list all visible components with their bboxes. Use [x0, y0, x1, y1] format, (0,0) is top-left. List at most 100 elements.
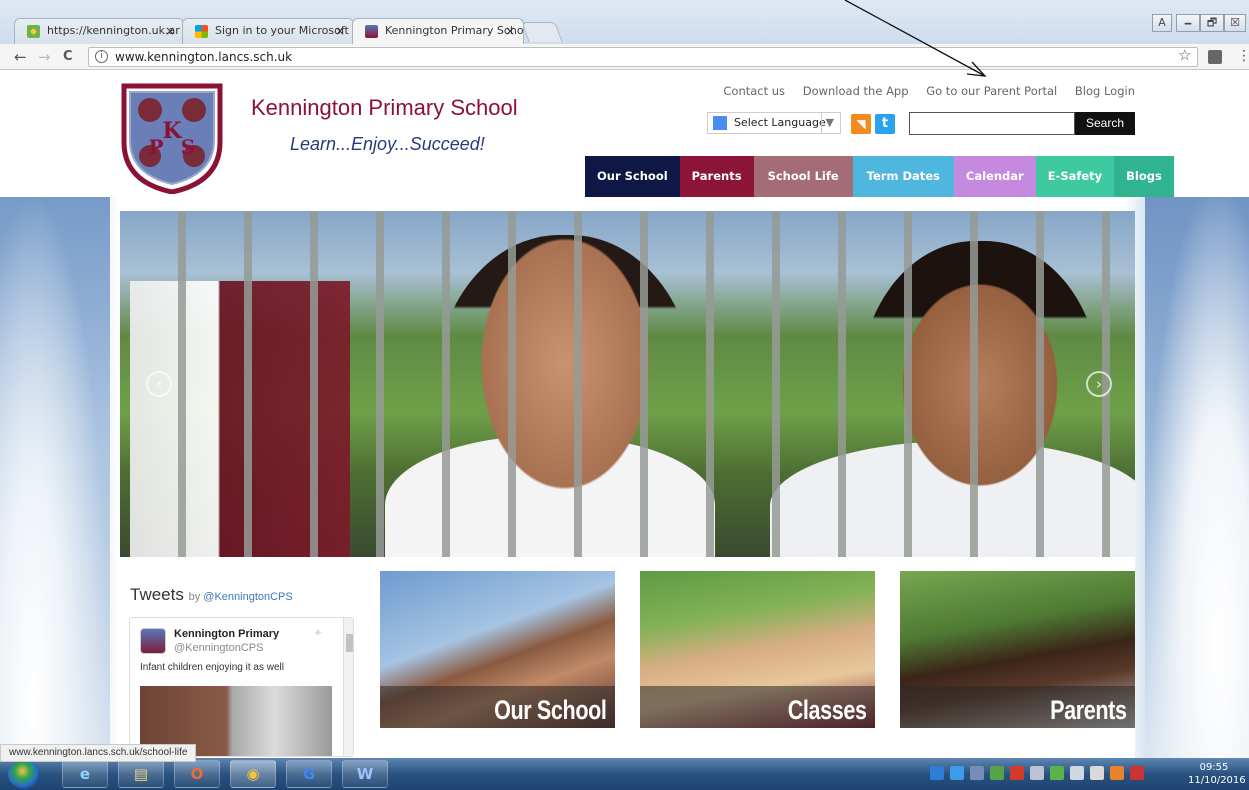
user-icon[interactable]: A: [1152, 14, 1172, 32]
parent-portal-link[interactable]: Go to our Parent Portal: [926, 84, 1057, 98]
school-crest-icon: [365, 25, 378, 38]
google-icon[interactable]: G: [286, 760, 332, 788]
content-area: Tweets by @KenningtonCPS Kennington Prim…: [120, 557, 1135, 758]
clock-time: 09:55: [1199, 762, 1229, 773]
main-nav: Our School Parents School Life Term Date…: [585, 156, 1174, 197]
tweet-account-handle[interactable]: @KenningtonCPS: [174, 642, 263, 654]
tray-icon[interactable]: [950, 766, 964, 780]
info-icon[interactable]: i: [95, 50, 108, 63]
tile-label: Our School: [494, 695, 608, 725]
tweet-text: Infant children enjoying it as well: [140, 662, 284, 673]
tray-icon[interactable]: [930, 766, 944, 780]
start-button[interactable]: [8, 759, 40, 789]
nav-blogs[interactable]: Blogs: [1114, 156, 1174, 197]
close-tab-icon[interactable]: ×: [165, 19, 175, 43]
status-bar-url: www.kennington.lancs.sch.uk/school-life: [0, 744, 197, 762]
network-icon[interactable]: [1070, 766, 1084, 780]
nav-our-school[interactable]: Our School: [585, 156, 680, 197]
nav-term-dates[interactable]: Term Dates: [852, 156, 954, 197]
tab-microsoft-signin[interactable]: Sign in to your Microsoft ×: [182, 18, 354, 44]
tab-label: https://kennington.uk.ar: [47, 24, 180, 37]
blog-login-link[interactable]: Blog Login: [1075, 84, 1135, 98]
site-tagline: Learn...Enjoy...Succeed!: [290, 134, 485, 154]
chevron-down-icon: ▼: [820, 113, 834, 133]
slider-prev-button[interactable]: ‹: [146, 371, 172, 397]
system-clock[interactable]: 09:55 11/10/2016: [1188, 761, 1246, 787]
file-explorer-icon[interactable]: ▤: [118, 760, 164, 788]
forward-button[interactable]: →: [38, 48, 51, 66]
svg-text:K: K: [162, 118, 182, 144]
avatar[interactable]: [140, 628, 166, 654]
nav-school-life[interactable]: School Life: [753, 156, 853, 197]
tab-kennington-ar[interactable]: https://kennington.uk.ar ×: [14, 18, 184, 44]
restore-button[interactable]: 🗗: [1200, 14, 1224, 32]
slider-photo-railings: [120, 211, 1135, 557]
contact-us-link[interactable]: Contact us: [723, 84, 785, 98]
tray-icon[interactable]: [1110, 766, 1124, 780]
tile-our-school[interactable]: Our School: [380, 571, 615, 728]
language-select-label: Select Language: [734, 116, 826, 129]
system-tray: [930, 766, 1144, 780]
browser-menu-icon[interactable]: ⋮: [1237, 47, 1249, 65]
site-header: K P S Kennington Primary School Learn...…: [0, 70, 1249, 197]
nav-parents[interactable]: Parents: [679, 156, 754, 197]
tray-icon[interactable]: [970, 766, 984, 780]
tweet-scrollbar[interactable]: [343, 618, 353, 756]
tab-kennington-primary[interactable]: Kennington Primary Scho ×: [352, 18, 524, 44]
tray-icon[interactable]: [1130, 766, 1144, 780]
clock-date: 11/10/2016: [1188, 775, 1246, 786]
hero-slider[interactable]: ‹ ›: [120, 211, 1135, 557]
minimize-button[interactable]: 🗕: [1176, 14, 1200, 32]
top-links: Contact us Download the App Go to our Pa…: [709, 84, 1135, 98]
slider-next-button[interactable]: ›: [1086, 371, 1112, 397]
close-tab-icon[interactable]: ×: [505, 19, 515, 43]
twitter-bird-icon: ✦: [313, 626, 324, 640]
tile-label: Parents: [1050, 695, 1128, 725]
close-window-button[interactable]: ☒: [1224, 14, 1246, 32]
page-viewport: K P S Kennington Primary School Learn...…: [0, 70, 1249, 758]
word-icon[interactable]: W: [342, 760, 388, 788]
tab-label: Sign in to your Microsoft: [215, 24, 349, 37]
svg-text:P: P: [148, 135, 163, 159]
tray-icon[interactable]: [1050, 766, 1064, 780]
tweets-handle-link[interactable]: @KenningtonCPS: [203, 591, 292, 603]
browser-toolbar: ← → C i www.kennington.lancs.sch.uk ☆ ⋮: [0, 44, 1249, 70]
nav-calendar[interactable]: Calendar: [953, 156, 1036, 197]
extension-icon[interactable]: [1208, 50, 1222, 64]
internet-explorer-icon[interactable]: e: [62, 760, 108, 788]
sky-background: [1145, 190, 1249, 758]
back-button[interactable]: ←: [14, 48, 27, 66]
google-translate-icon: [713, 116, 727, 130]
tile-parents[interactable]: Parents: [900, 571, 1135, 728]
tray-icon[interactable]: [1030, 766, 1044, 780]
site-title[interactable]: Kennington Primary School: [251, 95, 518, 121]
search-input[interactable]: [909, 112, 1075, 135]
reload-button[interactable]: C: [63, 48, 73, 66]
tile-label: Classes: [788, 695, 867, 725]
tab-label: Kennington Primary Scho: [385, 24, 524, 37]
tweets-heading: Tweets by @KenningtonCPS: [130, 585, 293, 605]
address-text: www.kennington.lancs.sch.uk: [115, 50, 293, 64]
tray-icon[interactable]: [1010, 766, 1024, 780]
tray-icon[interactable]: [990, 766, 1004, 780]
scrollbar-thumb[interactable]: [346, 634, 353, 652]
nav-e-safety[interactable]: E-Safety: [1035, 156, 1115, 197]
tile-classes[interactable]: Classes: [640, 571, 875, 728]
search-button[interactable]: Search: [1075, 112, 1135, 135]
volume-icon[interactable]: [1090, 766, 1104, 780]
bookmark-star-icon[interactable]: ☆: [1178, 46, 1191, 64]
language-select[interactable]: Select Language ▼: [707, 112, 841, 134]
tweet-timeline[interactable]: Kennington Primary @KenningtonCPS ✦ Infa…: [129, 617, 354, 757]
school-logo[interactable]: K P S: [120, 82, 224, 194]
address-bar[interactable]: i www.kennington.lancs.sch.uk: [88, 47, 1198, 67]
chrome-icon[interactable]: ◉: [230, 760, 276, 788]
download-app-link[interactable]: Download the App: [803, 84, 909, 98]
twitter-icon[interactable]: t: [875, 114, 895, 134]
tweets-by: by: [188, 591, 201, 603]
browser-tab-strip: https://kennington.uk.ar × Sign in to yo…: [0, 0, 1249, 44]
rss-icon[interactable]: ◥: [851, 114, 871, 134]
tweet-account-name[interactable]: Kennington Primary: [174, 628, 279, 640]
new-tab-button[interactable]: [521, 22, 563, 42]
close-tab-icon[interactable]: ×: [335, 19, 345, 43]
office-icon[interactable]: O: [174, 760, 220, 788]
